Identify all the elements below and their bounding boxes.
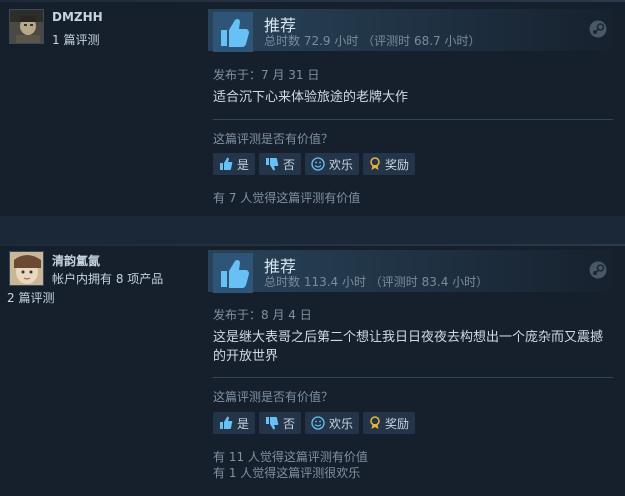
funny-stat: 有 1 人觉得这篇评测很欢乐 (213, 466, 361, 480)
award-label: 奖励 (385, 416, 410, 431)
posted-date: 发布于：7 月 31 日 (213, 68, 320, 82)
vote-no-button[interactable]: 否 (259, 412, 302, 434)
review-card: 清韵氲氤 帐户内拥有 8 项产品 2 篇评测 推荐 总时数 113.4 小时 （… (0, 244, 625, 496)
helpful-question: 这篇评测是否有价值？ (213, 390, 334, 404)
vote-header[interactable]: 推荐 总时数 72.9 小时 （评测时 68.7 小时） (208, 9, 613, 52)
vote-funny-button[interactable]: 欢乐 (305, 153, 360, 175)
smiley-icon (311, 416, 325, 430)
thumbs-up-icon (213, 12, 253, 52)
vote-header[interactable]: 推荐 总时数 113.4 小时 （评测时 83.4 小时） (208, 250, 613, 293)
smiley-icon (311, 157, 325, 171)
avatar[interactable] (9, 251, 44, 286)
vote-no-label: 否 (283, 416, 296, 431)
vote-yes-button[interactable]: 是 (213, 412, 256, 434)
username[interactable]: DMZHH (52, 10, 103, 24)
vote-funny-label: 欢乐 (329, 416, 354, 431)
vote-buttons: 是 否 欢乐 奖励 (213, 153, 416, 175)
review-card: DMZHH 1 篇评测 推荐 总时数 72.9 小时 （评测时 68.7 小时） (0, 0, 625, 216)
award-label: 奖励 (385, 157, 410, 172)
helpful-stat: 有 11 人觉得这篇评测有价值 (213, 450, 368, 464)
avatar[interactable] (9, 9, 44, 44)
username[interactable]: 清韵氲氤 (52, 252, 100, 269)
review-text: 这是继大表哥之后第二个想让我日日夜夜去构想出一个庞杂而又震撼的开放世界 (213, 330, 604, 364)
award-button[interactable]: 奖励 (363, 153, 416, 175)
divider (213, 377, 613, 378)
vote-yes-label: 是 (237, 416, 250, 431)
vote-no-label: 否 (283, 157, 296, 172)
vote-yes-button[interactable]: 是 (213, 153, 256, 175)
divider (213, 119, 613, 120)
thumb-up-small-icon (220, 416, 233, 429)
products-owned[interactable]: 帐户内拥有 8 项产品 (52, 270, 163, 287)
review-count[interactable]: 1 篇评测 (52, 31, 99, 48)
playtime: 总时数 72.9 小时 （评测时 68.7 小时） (264, 34, 481, 48)
posted-date: 发布于：8 月 4 日 (213, 308, 312, 322)
vote-buttons: 是 否 欢乐 奖励 (213, 412, 416, 434)
thumbs-up-icon (213, 253, 253, 293)
thumb-up-small-icon (220, 157, 233, 170)
vote-funny-button[interactable]: 欢乐 (305, 412, 360, 434)
helpful-question: 这篇评测是否有价值？ (213, 132, 334, 146)
thumb-down-small-icon (266, 417, 279, 430)
vote-funny-label: 欢乐 (329, 157, 354, 172)
review-count[interactable]: 2 篇评测 (7, 289, 54, 306)
award-icon (370, 157, 380, 170)
steam-icon (589, 20, 607, 38)
helpful-stat: 有 7 人觉得这篇评测有价值 (213, 191, 361, 205)
playtime: 总时数 113.4 小时 （评测时 83.4 小时） (264, 275, 489, 289)
review-text: 适合沉下心来体验旅途的老牌大作 (213, 90, 409, 105)
steam-icon (589, 261, 607, 279)
reviews-page: DMZHH 1 篇评测 推荐 总时数 72.9 小时 （评测时 68.7 小时） (0, 0, 625, 496)
award-button[interactable]: 奖励 (363, 412, 416, 434)
thumb-down-small-icon (266, 158, 279, 171)
vote-no-button[interactable]: 否 (259, 153, 302, 175)
vote-yes-label: 是 (237, 157, 250, 172)
award-icon (370, 416, 380, 429)
